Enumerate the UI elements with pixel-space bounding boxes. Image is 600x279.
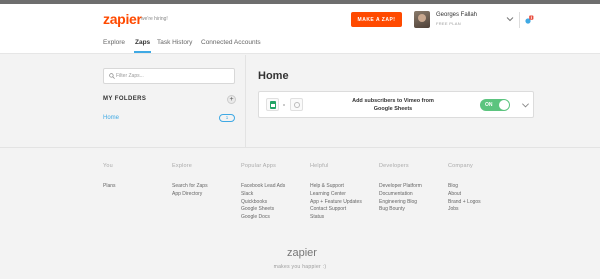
tab-connected-accounts[interactable]: Connected Accounts [201, 39, 261, 46]
footer-heading: Helpful [310, 163, 329, 169]
zap-on-toggle[interactable]: ON [480, 99, 510, 111]
folders-title: MY FOLDERS [103, 96, 147, 102]
footer-heading: Explore [172, 163, 193, 169]
footer-link-google-docs[interactable]: Google Docs [241, 214, 285, 222]
footer-link-search-for-zaps[interactable]: Search for Zaps [172, 183, 208, 191]
footer-link-blog[interactable]: Blog [448, 183, 481, 191]
footer-link-jobs[interactable]: Jobs [448, 206, 481, 214]
zap-card[interactable]: Add subscribers to Vimeo from Google She… [258, 91, 534, 118]
footer-link-developer-platform[interactable]: Developer Platform [379, 183, 422, 191]
footer-heading: Popular Apps [241, 163, 277, 169]
footer-link-help-support[interactable]: Help & Support [310, 183, 362, 191]
footer-link-brand-logos[interactable]: Brand + Logos [448, 199, 481, 207]
zap-app-trigger [266, 98, 279, 111]
main-tabs: Explore Zaps Task History Connected Acco… [0, 34, 600, 54]
folder-home[interactable]: Home [103, 115, 119, 121]
footer-link-slack[interactable]: Slack [241, 191, 285, 199]
toggle-knob [499, 100, 509, 110]
footer-tagline: makes you happier :) [273, 264, 327, 270]
chevron-down-icon[interactable] [521, 101, 530, 110]
search-input[interactable] [116, 71, 231, 81]
footer-divider [0, 147, 600, 148]
footer-link-contact-support[interactable]: Contact Support [310, 206, 362, 214]
footer-col-helpful: Helpful Help & Support Learning Center A… [310, 163, 362, 222]
notification-icon[interactable] [524, 15, 534, 25]
footer-col-explore: Explore Search for Zaps App Directory [172, 163, 208, 199]
footer-link-about[interactable]: About [448, 191, 481, 199]
header-divider [519, 12, 520, 28]
page-title: Home [258, 70, 289, 82]
content-divider [245, 55, 246, 147]
footer-col-developers: Developers Developer Platform Documentat… [379, 163, 422, 214]
footer-link-status[interactable]: Status [310, 214, 362, 222]
footer-col-you: You Plans [103, 163, 116, 191]
chevron-down-icon[interactable] [505, 14, 515, 24]
footer-heading: Developers [379, 163, 409, 169]
footer-logo[interactable]: zapier [287, 247, 317, 259]
search-icon [109, 73, 115, 79]
tab-task-history[interactable]: Task History [157, 39, 192, 46]
hiring-link[interactable]: we're hiring! [141, 16, 168, 22]
footer-link-app-feature-updates[interactable]: App + Feature Updates [310, 199, 362, 207]
footer-link-learning-center[interactable]: Learning Center [310, 191, 362, 199]
zap-app-action [290, 98, 303, 111]
footer-link-quickbooks[interactable]: Quickbooks [241, 199, 285, 207]
footer-link-bug-bounty[interactable]: Bug Bounty [379, 206, 422, 214]
user-name[interactable]: Georges Fallah [436, 12, 477, 18]
google-sheets-icon [270, 101, 276, 109]
footer-heading: Company [448, 163, 473, 169]
tab-explore[interactable]: Explore [103, 39, 125, 46]
search-box[interactable] [103, 68, 235, 84]
step-connector [283, 104, 285, 106]
folder-count-badge: 1 [219, 114, 235, 122]
zapier-logo[interactable]: zapier [103, 11, 142, 27]
vimeo-icon [294, 102, 300, 108]
footer-link-facebook-lead-ads[interactable]: Facebook Lead Ads [241, 183, 285, 191]
add-folder-button[interactable]: + [227, 95, 236, 104]
top-header: zapier we're hiring! MAKE A ZAP! Georges… [0, 4, 600, 34]
footer-link-engineering-blog[interactable]: Engineering Blog [379, 199, 422, 207]
footer-link-documentation[interactable]: Documentation [379, 191, 422, 199]
toggle-label: ON [485, 102, 493, 108]
footer-link-plans[interactable]: Plans [103, 183, 116, 191]
footer-link-google-sheets[interactable]: Google Sheets [241, 206, 285, 214]
footer-col-popular-apps: Popular Apps Facebook Lead Ads Slack Qui… [241, 163, 285, 222]
footer-heading: You [103, 163, 113, 169]
tab-zaps[interactable]: Zaps [133, 39, 152, 53]
user-plan: FREE PLAN [436, 21, 461, 26]
avatar[interactable] [414, 11, 430, 28]
zap-name[interactable]: Add subscribers to Vimeo from Google She… [343, 97, 443, 113]
footer-link-app-directory[interactable]: App Directory [172, 191, 208, 199]
footer-col-company: Company Blog About Brand + Logos Jobs [448, 163, 481, 214]
make-a-zap-button[interactable]: MAKE A ZAP! [351, 12, 402, 27]
